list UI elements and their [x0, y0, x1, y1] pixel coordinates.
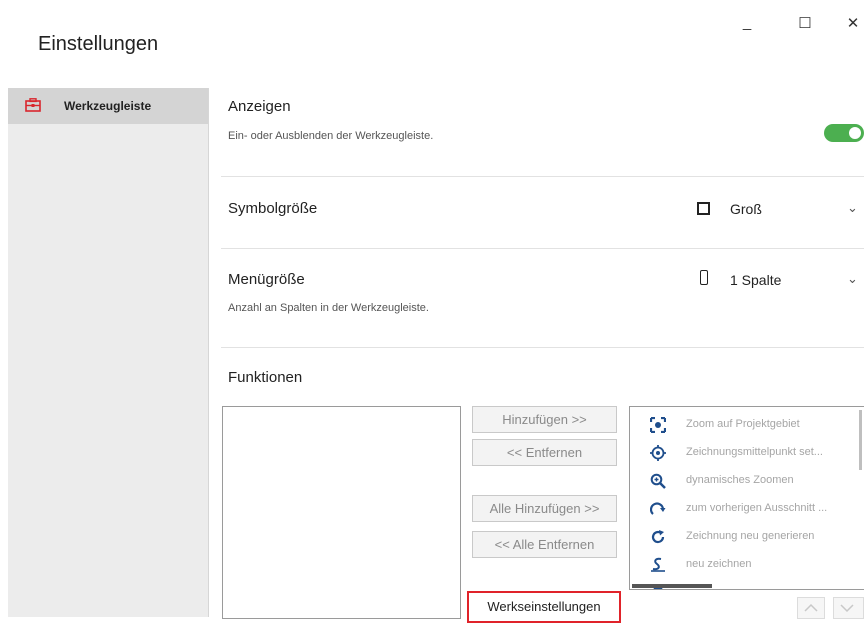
move-down-button[interactable] — [833, 597, 864, 619]
zoom-icon — [650, 473, 666, 489]
remove-all-button[interactable]: << Alle Entfernen — [472, 531, 617, 558]
list-item-label: Zeichnung neu generieren — [686, 530, 815, 542]
menu-size-description: Anzahl an Spalten in der Werkzeugleiste. — [228, 302, 429, 314]
show-setting-title: Anzeigen — [228, 98, 291, 115]
previous-view-icon — [649, 501, 666, 517]
list-item-label: zum vorherigen Ausschnitt ... — [686, 502, 828, 514]
selected-functions-list[interactable] — [222, 406, 461, 619]
window-title: Einstellungen — [38, 33, 159, 55]
chevron-up-icon — [804, 603, 818, 612]
show-toggle[interactable] — [824, 124, 864, 142]
toolbox-icon — [25, 98, 41, 112]
menu-size-value: 1 Spalte — [730, 272, 782, 288]
target-center-icon — [650, 445, 666, 461]
divider — [221, 248, 864, 249]
factory-settings-button[interactable]: Werkseinstellungen — [467, 591, 621, 623]
chevron-down-icon — [840, 604, 854, 613]
sidebar-item-werkzeugleiste[interactable]: Werkzeugleiste — [8, 88, 208, 124]
divider — [221, 176, 864, 177]
icon-size-dropdown[interactable]: Groß ⌄ — [695, 196, 864, 224]
list-vertical-scrollbar[interactable] — [859, 410, 862, 470]
square-icon — [697, 202, 710, 215]
remove-button[interactable]: << Entfernen — [472, 439, 617, 466]
icon-size-value: Groß — [730, 201, 762, 217]
regenerate-icon — [650, 529, 666, 545]
list-item-label: Zoom auf Projektgebiet — [686, 418, 800, 430]
column-icon — [700, 270, 708, 285]
maximize-button[interactable]: ☐ — [790, 14, 820, 38]
icon-size-title: Symbolgröße — [228, 200, 318, 217]
toggle-knob — [849, 127, 861, 139]
zoom-extents-icon — [649, 416, 667, 434]
add-button[interactable]: Hinzufügen >> — [472, 406, 617, 433]
close-button[interactable]: ✕ — [842, 14, 864, 38]
functions-title: Funktionen — [228, 369, 303, 386]
chevron-down-icon: ⌄ — [847, 200, 858, 215]
redraw-icon — [650, 557, 666, 573]
sidebar: Werkzeugleiste — [8, 88, 209, 617]
available-functions-list[interactable]: Zoom auf Projektgebiet Zeichnungsmittelp… — [629, 406, 864, 590]
add-all-button[interactable]: Alle Hinzufügen >> — [472, 495, 617, 522]
menu-size-title: Menügröße — [228, 271, 305, 288]
chevron-down-icon: ⌄ — [847, 271, 858, 286]
menu-size-dropdown[interactable]: 1 Spalte ⌄ — [695, 267, 864, 295]
list-item-label: dynamisches Zoomen — [686, 474, 794, 486]
divider — [221, 347, 864, 348]
show-setting-description: Ein- oder Ausblenden der Werkzeugleiste. — [228, 130, 434, 142]
title-bar: Einstellungen _ ☐ ✕ — [0, 0, 864, 88]
list-item-label: neu zeichnen — [686, 558, 752, 570]
list-horizontal-scrollbar[interactable] — [632, 584, 712, 588]
minimize-button[interactable]: _ — [732, 14, 762, 38]
move-up-button[interactable] — [797, 597, 825, 619]
list-item-label: Zeichnungsmittelpunkt set... — [686, 446, 823, 458]
sidebar-item-label: Werkzeugleiste — [64, 99, 152, 113]
